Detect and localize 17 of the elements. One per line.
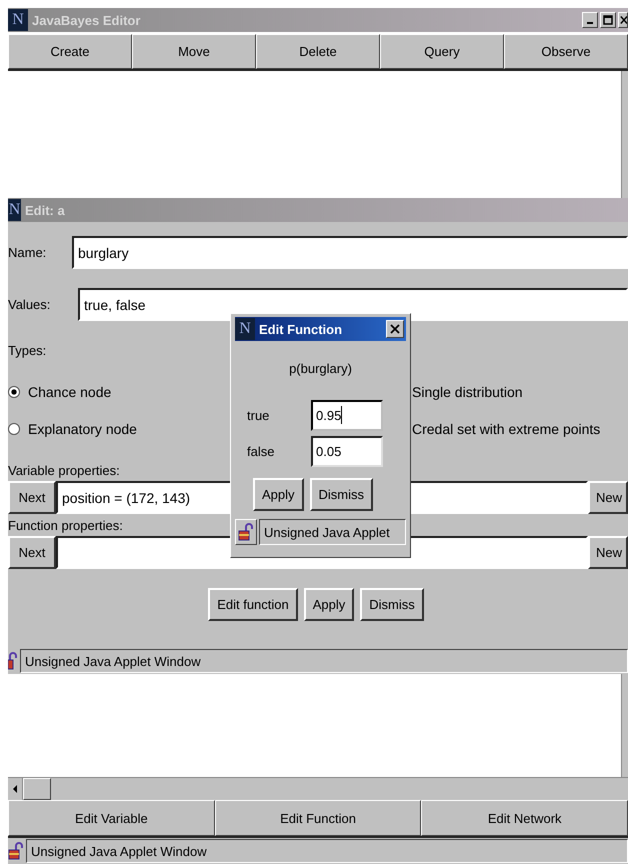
status-text: Unsigned Java Applet — [259, 519, 406, 545]
app-logo: N — [8, 9, 28, 31]
dialog-title: Edit Function — [259, 322, 342, 336]
probability-label: false — [246, 444, 276, 458]
app-logo: N — [235, 318, 255, 340]
section-label: Types: — [8, 343, 46, 360]
field-label: Name: — [8, 245, 48, 260]
app-logo: N — [8, 199, 21, 221]
status-text: Unsigned Java Applet Window — [26, 839, 628, 863]
field-label: Values: — [8, 297, 52, 312]
probability-label: true — [246, 408, 270, 422]
dialog-title: Edit: a — [25, 202, 65, 218]
status-text: Unsigned Java Applet Window — [20, 649, 628, 673]
section-label: Function properties: — [8, 516, 123, 535]
section-label: Variable properties: — [8, 462, 120, 480]
window-title: JavaBayes Editor — [32, 12, 140, 28]
function-heading: p(burglary) — [289, 361, 352, 376]
